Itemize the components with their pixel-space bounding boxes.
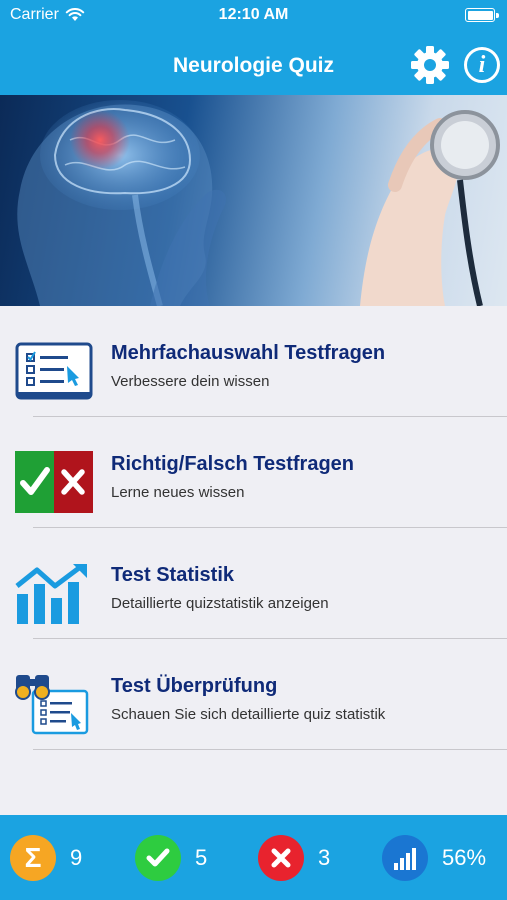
info-icon[interactable]: i <box>464 47 500 83</box>
stat-percent-value: 56% <box>442 845 487 870</box>
nav-bar: Neurologie Quiz i <box>0 30 507 95</box>
menu-item-title: Test Überprüfung <box>111 675 278 697</box>
menu-item-subtitle: Verbessere dein wissen <box>111 373 270 390</box>
menu-item-true-false[interactable]: Richtig/Falsch Testfragen Lerne neues wi… <box>0 417 507 528</box>
check-icon <box>135 835 181 881</box>
stat-correct: 5 <box>135 835 207 881</box>
menu-item-review[interactable]: Test Überprüfung Schauen Sie sich detail… <box>0 639 507 750</box>
gear-icon[interactable] <box>410 45 450 85</box>
divider <box>33 749 507 750</box>
true-false-icon <box>15 451 93 513</box>
bottom-stats-bar: Σ 9 5 3 56% <box>0 815 507 900</box>
menu-list: Mehrfachauswahl Testfragen Verbessere de… <box>0 306 507 750</box>
brain-doctor-illustration <box>17 100 500 306</box>
status-bar: Carrier 12:10 AM <box>0 0 507 30</box>
statistics-chart-icon <box>15 564 87 624</box>
signal-bars-icon <box>382 835 428 881</box>
review-binoculars-icon <box>15 675 89 735</box>
sigma-glyph: Σ <box>24 842 42 873</box>
stat-total: Σ 9 <box>10 835 82 881</box>
sigma-icon: Σ <box>10 835 56 881</box>
multiple-choice-icon <box>15 342 93 400</box>
hero-banner-image <box>0 95 507 306</box>
menu-item-title: Richtig/Falsch Testfragen <box>111 453 355 475</box>
status-time: 12:10 AM <box>218 6 289 23</box>
menu-item-multiple-choice[interactable]: Mehrfachauswahl Testfragen Verbessere de… <box>0 306 507 417</box>
menu-item-title: Mehrfachauswahl Testfragen <box>111 342 386 364</box>
cross-icon <box>258 835 304 881</box>
menu-item-statistics[interactable]: Test Statistik Detaillierte quizstatisti… <box>0 528 507 639</box>
stat-correct-value: 5 <box>195 845 208 870</box>
battery-icon <box>465 8 499 22</box>
menu-item-subtitle: Lerne neues wissen <box>111 484 245 501</box>
stat-percent: 56% <box>382 835 486 881</box>
menu-item-subtitle: Schauen Sie sich detaillierte quiz stati… <box>111 706 386 723</box>
stat-total-value: 9 <box>70 845 83 870</box>
menu-item-title: Test Statistik <box>111 564 234 586</box>
menu-item-subtitle: Detaillierte quizstatistik anzeigen <box>111 595 329 612</box>
stat-wrong-value: 3 <box>318 845 331 870</box>
stat-wrong: 3 <box>258 835 330 881</box>
